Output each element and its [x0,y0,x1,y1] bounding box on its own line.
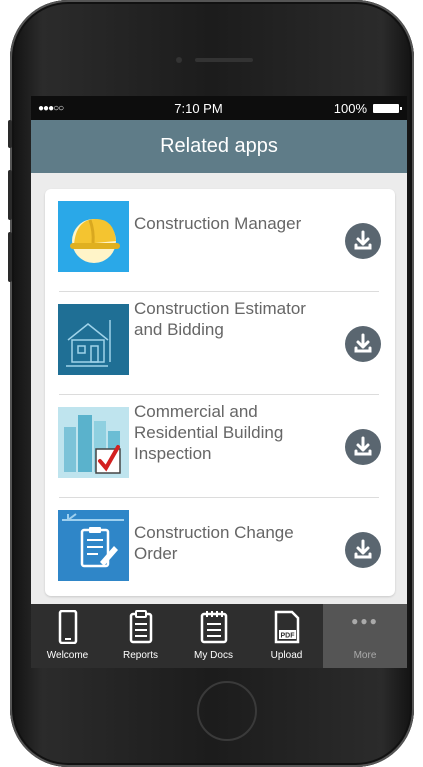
tab-label: Upload [270,650,303,661]
app-screen: ●●●○○ 7:10 PM 100% Related apps Construc… [31,96,407,668]
list-item[interactable]: Commercial and Residential Building Insp… [45,395,395,498]
download-button[interactable] [345,326,381,362]
download-button[interactable] [345,223,381,259]
tab-welcome[interactable]: Welcome [31,604,104,668]
volume-down-button [8,232,12,282]
download-icon [354,539,372,559]
clipboard-crane-icon [58,510,129,581]
tab-label: My Docs [194,650,233,661]
tab-bar: Welcome Reports My Docs PDF Upload ●●● M… [31,604,407,668]
tab-more[interactable]: ●●● More [323,604,407,668]
tab-my-docs[interactable]: My Docs [177,604,250,668]
ellipsis-icon: ●●● [351,614,379,628]
download-button[interactable] [345,532,381,568]
pdf-icon: PDF [274,610,299,644]
list-item[interactable]: Construction Estimator and Bidding [45,292,395,395]
house-blueprint-icon [58,304,129,375]
tab-label: More [353,650,377,661]
list-item[interactable]: Construction Change Order [45,498,395,596]
status-bar: ●●●○○ 7:10 PM 100% [31,96,407,120]
clipboard-icon [129,610,152,644]
buildings-checkbox-icon [58,407,129,478]
tab-label: Welcome [46,650,89,661]
battery-icon [373,103,402,113]
tab-upload[interactable]: PDF Upload [250,604,323,668]
page-header: Related apps [31,120,407,173]
volume-up-button [8,170,12,220]
app-name: Construction Estimator and Bidding [134,299,306,339]
download-icon [354,230,372,250]
tab-reports[interactable]: Reports [104,604,177,668]
list-item[interactable]: Construction Manager [45,189,395,292]
hard-hat-icon [58,201,129,272]
notepad-icon [200,611,227,644]
app-name: Construction Change Order [134,523,294,563]
related-apps-list: Construction Manager Construction Estima… [45,189,395,596]
phone-icon [58,610,77,644]
battery-percent: 100% [333,100,367,116]
page-title: Related apps [160,135,278,157]
home-button[interactable] [197,681,257,741]
download-button[interactable] [345,429,381,465]
svg-text:PDF: PDF [280,633,295,640]
front-camera [176,57,182,63]
app-name: Construction Manager [134,214,302,233]
signal-icon: ●●●○○ [38,102,64,114]
earpiece-speaker [195,58,253,62]
status-time: 7:10 PM [174,100,223,116]
download-icon [354,333,372,353]
mute-switch [8,120,12,148]
download-icon [354,436,372,456]
tab-label: Reports [122,650,158,661]
app-name: Commercial and Residential Building Insp… [134,402,284,463]
battery-indicator: 100% [333,100,402,116]
